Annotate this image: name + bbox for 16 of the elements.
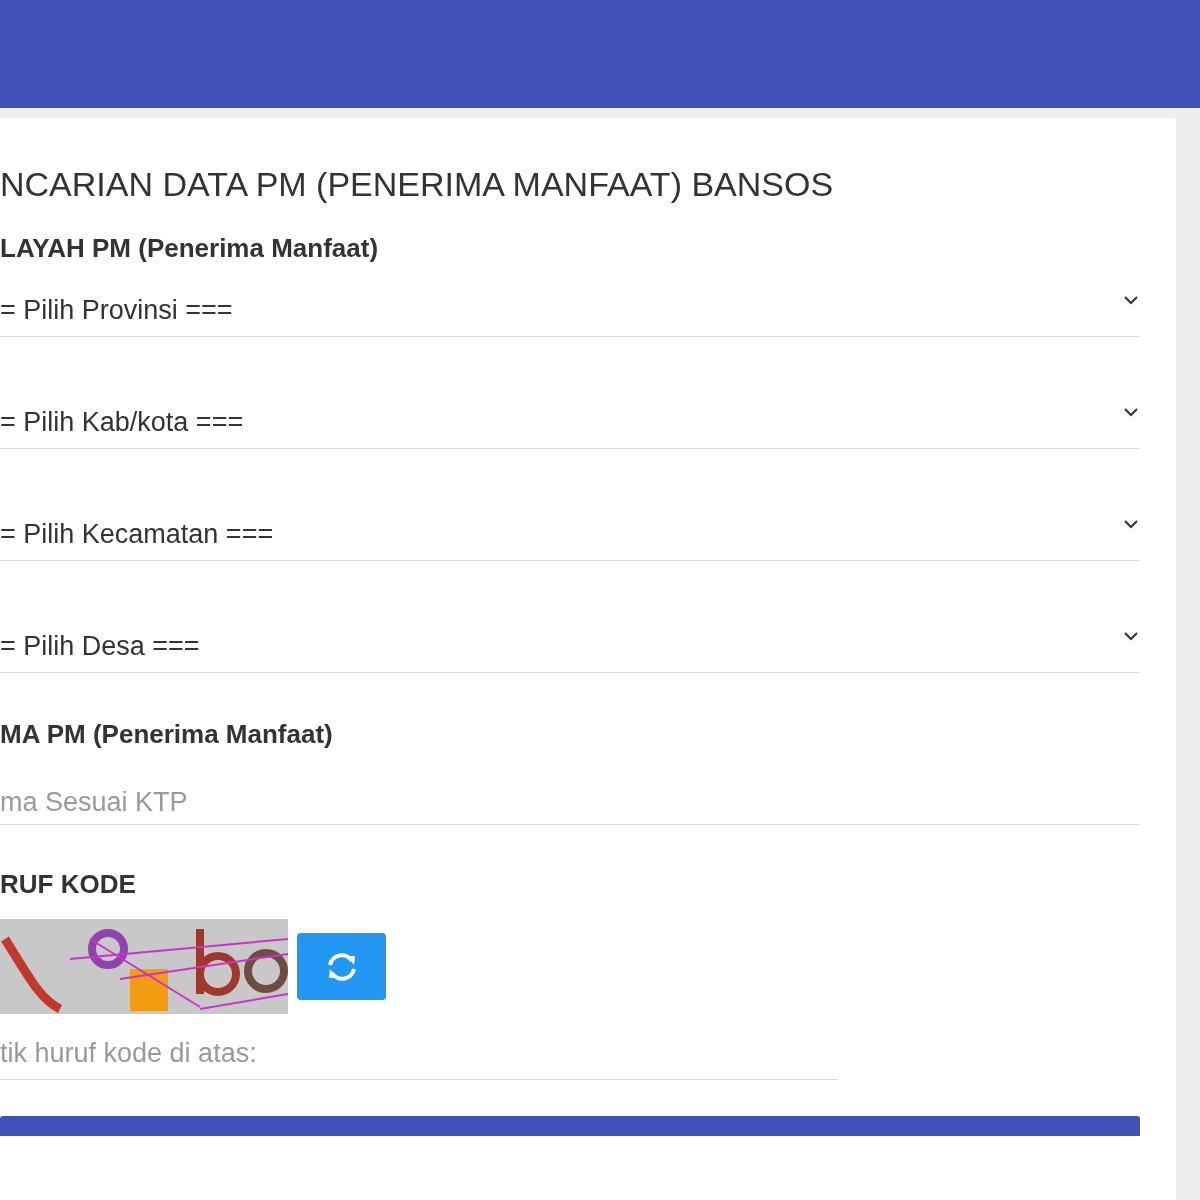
- chevron-down-icon: [1124, 408, 1138, 417]
- select-field[interactable]: = Pilih Desa ===: [0, 621, 1140, 673]
- select-field[interactable]: = Pilih Kab/kota ===: [0, 397, 1140, 449]
- refresh-icon: [325, 951, 358, 982]
- form-title: NCARIAN DATA PM (PENERIMA MANFAAT) BANSOS: [0, 164, 835, 205]
- section-heading: MA PM (Penerima Manfaat): [0, 718, 334, 751]
- captcha-input[interactable]: tik huruf kode di atas:: [0, 1028, 838, 1080]
- chevron-down-icon: [1124, 632, 1138, 641]
- select-field[interactable]: = Pilih Kecamatan ===: [0, 509, 1140, 561]
- section-heading: LAYAH PM (Penerima Manfaat): [0, 232, 380, 265]
- refresh-button[interactable]: [297, 933, 386, 1000]
- chevron-down-icon: [1124, 520, 1138, 529]
- section-heading: RUF KODE: [0, 868, 137, 901]
- select-field[interactable]: = Pilih Provinsi ===: [0, 285, 1140, 337]
- chevron-down-icon: [1124, 296, 1138, 305]
- name-input[interactable]: ma Sesuai KTP: [0, 781, 1140, 825]
